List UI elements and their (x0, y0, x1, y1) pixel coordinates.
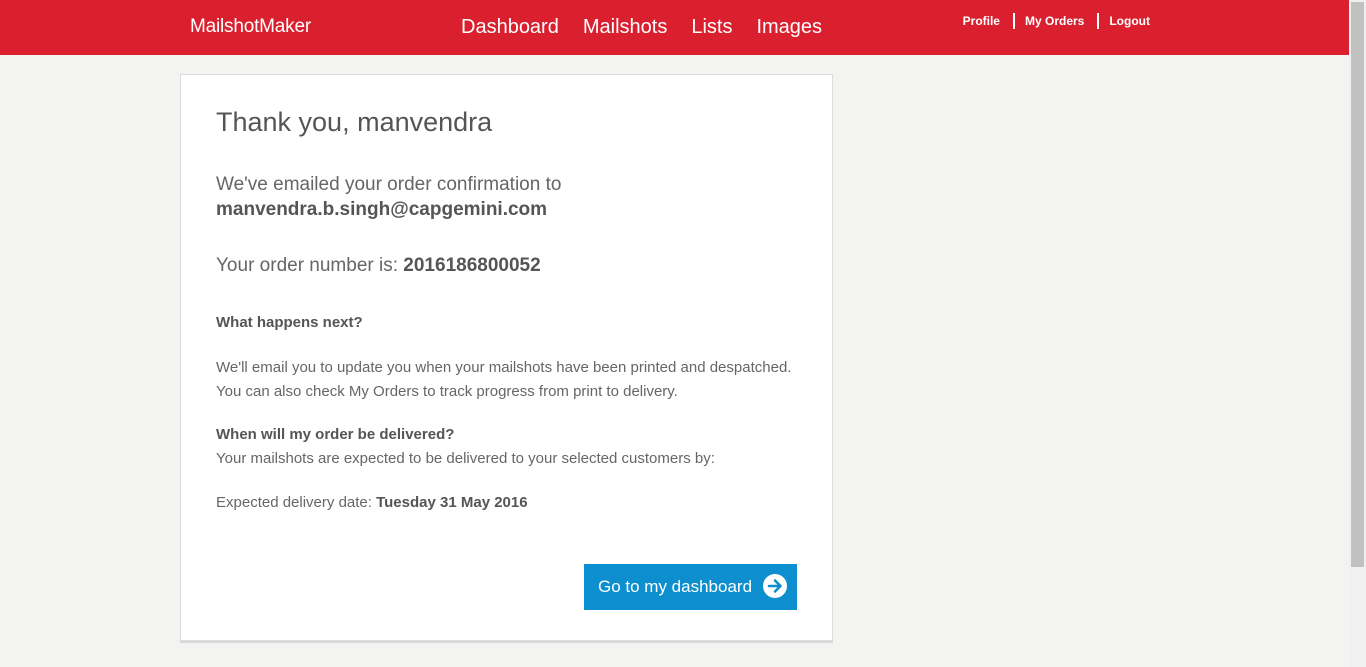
brand-logo[interactable]: MailshotMaker (190, 16, 311, 38)
brand-rest: Maker (259, 16, 311, 37)
nav-images[interactable]: Images (756, 16, 822, 39)
go-to-dashboard-button[interactable]: Go to my dashboard (584, 564, 797, 610)
brand-bold: Mailshot (190, 16, 260, 37)
order-confirmation-card: Thank you, manvendra We've emailed your … (180, 74, 833, 641)
what-happens-next-heading: What happens next? (216, 314, 363, 331)
scrollbar-thumb[interactable] (1351, 2, 1364, 567)
order-number-label: Your order number is: (216, 255, 404, 276)
page-title: Thank you, manvendra (216, 107, 493, 137)
nav-lists[interactable]: Lists (691, 16, 732, 39)
delivery-text: Your mailshots are expected to be delive… (216, 450, 715, 467)
arrow-right-circle-icon (763, 574, 787, 598)
my-orders-link[interactable]: My Orders (1012, 13, 1097, 29)
order-number: 2016186800052 (403, 255, 541, 276)
next-line-1: We'll email you to update you when your … (216, 359, 792, 376)
delivery-date: Tuesday 31 May 2016 (376, 494, 528, 511)
emailed-text: We've emailed your order confirmation to (216, 174, 562, 195)
profile-link[interactable]: Profile (950, 13, 1013, 29)
vertical-scrollbar[interactable] (1349, 0, 1366, 667)
email-address: manvendra.b.singh@capgemini.com (216, 199, 548, 220)
delivery-heading: When will my order be delivered? (216, 426, 455, 443)
nav-mailshots[interactable]: Mailshots (583, 16, 667, 39)
expected-delivery-line: Expected delivery date: Tuesday 31 May 2… (216, 494, 528, 511)
next-line-2: You can also check My Orders to track pr… (216, 383, 678, 400)
order-number-line: Your order number is: 2016186800052 (216, 255, 541, 277)
button-label: Go to my dashboard (598, 577, 753, 596)
delivery-date-label: Expected delivery date: (216, 494, 377, 511)
user-nav: Profile My Orders Logout (950, 13, 1150, 29)
nav-dashboard[interactable]: Dashboard (461, 16, 559, 39)
what-happens-next-text: We'll email you to update you when your … (216, 356, 791, 404)
top-navigation-bar: MailshotMaker Dashboard Mailshots Lists … (0, 0, 1349, 55)
logout-link[interactable]: Logout (1097, 13, 1150, 29)
main-nav: Dashboard Mailshots Lists Images (461, 16, 822, 39)
